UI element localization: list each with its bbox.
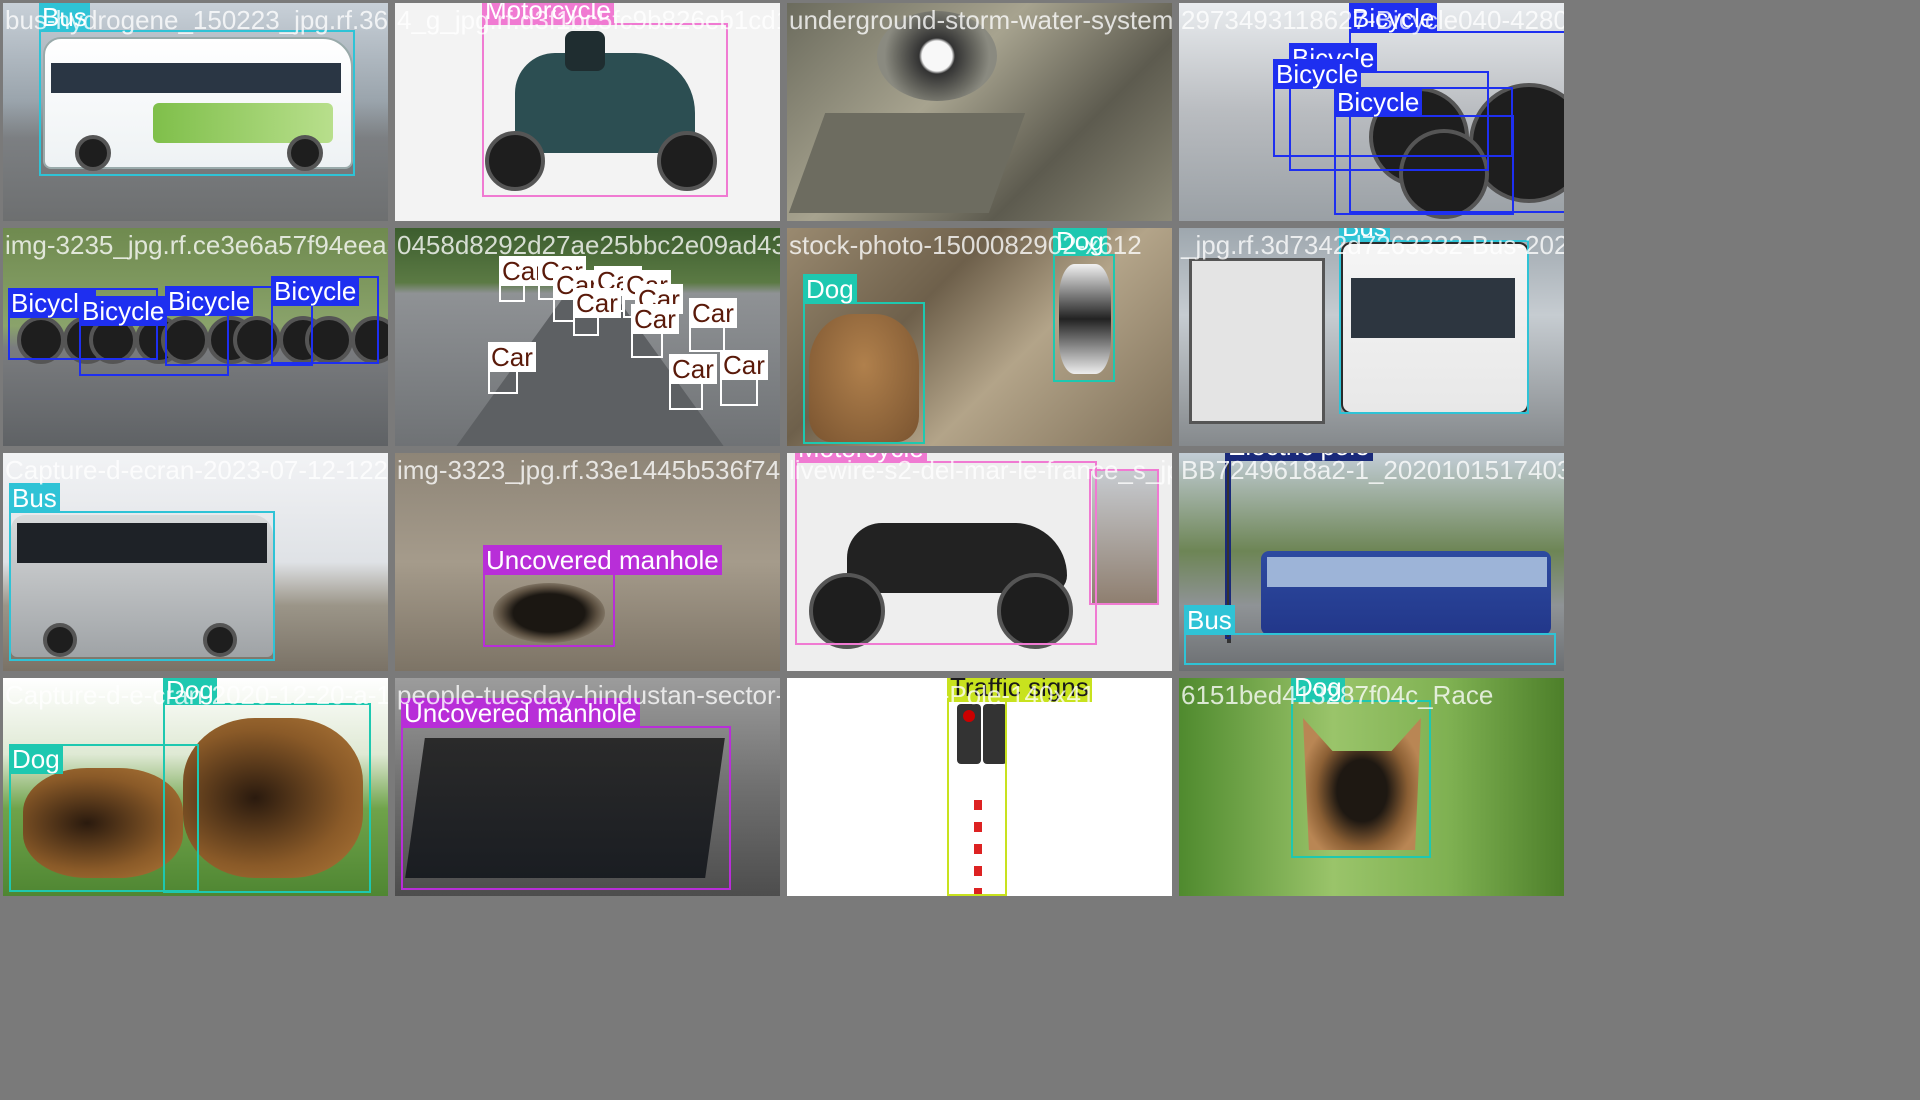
detection-label: Car (573, 288, 621, 318)
detection-label: Dog (1053, 228, 1107, 256)
detection-label: Bicycle (1334, 87, 1423, 117)
detection-box: Bicycle (1334, 87, 1514, 215)
pipe-opening (877, 11, 997, 101)
detection-box: Uncovered manhole (483, 545, 722, 647)
detection-mosaic: bus-hydrogene_150223_jpg.rf.366a2548f504… (0, 0, 1920, 1100)
detection-box: Bicycle (271, 276, 379, 364)
image-tile: bus-hydrogene_150223_jpg.rf.366a2548f504… (3, 3, 388, 221)
image-tile: Capture-d-ecran-2023-07-12-122926Bus (3, 453, 388, 671)
detection-box: Car (553, 270, 601, 322)
detection-box: Car (669, 354, 717, 410)
detection-box: Car (573, 288, 621, 336)
detection-box: Car (720, 350, 768, 406)
detection-label: Car (488, 342, 536, 372)
detection-box: Bus (39, 3, 355, 176)
image-tile: 0458d8292d27ae25bbc2e09ad43ff8eCarCarCar… (395, 228, 780, 446)
detection-label: Motorcycle (482, 3, 614, 25)
detection-box: Car (488, 342, 536, 394)
detection-box: Car (499, 256, 547, 302)
detection-box: Dog (1291, 678, 1431, 858)
detection-label: Uncovered manhole (483, 545, 722, 575)
detection-box (1089, 469, 1159, 605)
bus-windows (1267, 557, 1547, 587)
concrete-slab (788, 113, 1026, 213)
detection-label: Bicycle (1349, 3, 1438, 33)
detection-box: Bus (9, 483, 275, 661)
image-tile: underground-storm-water-system-concrete (787, 3, 1172, 221)
detection-label: Dog (9, 744, 63, 774)
image-tile: people-tuesday-hindustan-sector-postUnco… (395, 678, 780, 896)
detection-box: Dog (803, 274, 925, 444)
detection-label: Car (689, 298, 737, 328)
detection-label: Bus (1339, 228, 1390, 242)
bus-shelter (1189, 258, 1325, 424)
detection-box: Traffic signs (947, 678, 1092, 896)
image-tile: _jpg.rf.3d7342d7263332-Bus-20230716Bus (1179, 228, 1564, 446)
detection-box: Motorcycle (482, 3, 728, 197)
detection-label: Bus (1184, 605, 1235, 635)
detection-label: Car (720, 350, 768, 380)
detection-label: Motorcycle (795, 453, 927, 463)
detection-label: Dog (163, 678, 217, 705)
image-tile: 6151bed413287f04c_Race Dog (1179, 678, 1564, 896)
detection-label: Uncovered manhole (401, 698, 640, 728)
detection-box: Bus (1184, 605, 1556, 665)
detection-label: Traffic signs (947, 678, 1092, 702)
detection-box: Bus (1339, 228, 1529, 414)
detection-label: Car (631, 304, 679, 334)
detection-label: Bus (39, 3, 90, 32)
image-tile: Capture-d-e-cran-2020-12-20-a-10-11-30Do… (3, 678, 388, 896)
detection-box: Car (689, 298, 737, 352)
detection-label: Bicycle (165, 286, 254, 316)
image-tile: Traffic-Signal-Pole-140x416_jpg.rf.d692e… (787, 678, 1172, 896)
image-tile: stock-photo-1500082902-x612 Dog Dog (787, 228, 1172, 446)
image-tile: img-3323_jpg.rf.33e1445b536f745d8Uncover… (395, 453, 780, 671)
detection-box: Uncovered manhole (401, 698, 731, 890)
image-tile: BB7249618a2-1_20201015174030Electric pol… (1179, 453, 1564, 671)
detection-box: Motorcycle (795, 453, 1097, 645)
image-tile: img-3235_jpg.rf.ce3e6a57f94eea5d Bicycle B… (3, 228, 388, 446)
detection-label: Dog (1291, 678, 1345, 702)
detection-box: Car (631, 304, 679, 358)
detection-box: Dog (163, 678, 371, 893)
detection-label: Dog (803, 274, 857, 304)
detection-label: Bicycle (1273, 59, 1362, 89)
image-tile: livewire-s2-del-mar-le-france_s_jpg.rfMo… (787, 453, 1172, 671)
image-tile: 2973493118627-Bicycle040-42807 Bicycle Bic… (1179, 3, 1564, 221)
detection-label: Bicycle (79, 296, 168, 326)
detection-box: Dog (1053, 228, 1115, 382)
detection-label: Electric pole (1225, 453, 1373, 461)
detection-label: Bicycle (271, 276, 360, 306)
image-tile: 4_g_jpg.rf.d3f1bc5fc9b826eb1cd16 Motorcyc… (395, 3, 780, 221)
detection-label: Car (669, 354, 717, 384)
detection-label: Bus (9, 483, 60, 513)
